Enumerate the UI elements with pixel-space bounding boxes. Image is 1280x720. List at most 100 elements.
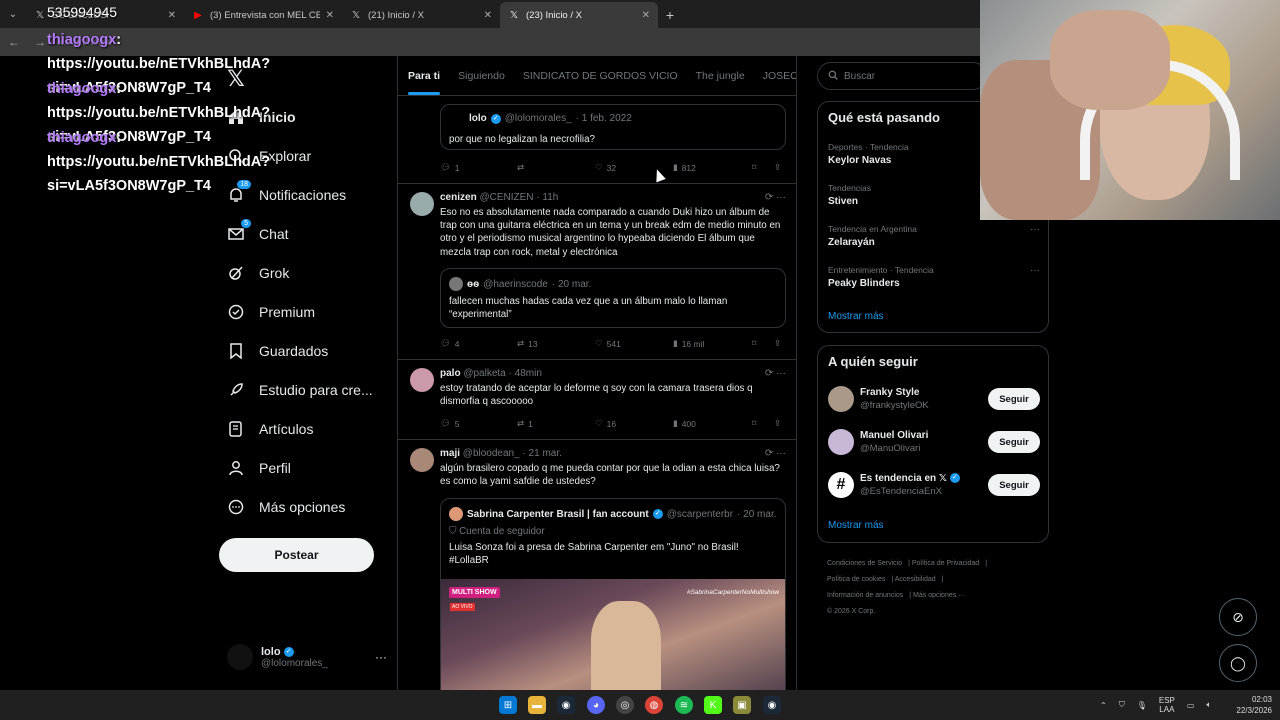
kick-icon[interactable]: K (704, 696, 722, 714)
browser-tab-2[interactable]: ▶ (3) Entrevista con MEL CELESTE ✕ (184, 2, 342, 28)
file-explorer-icon[interactable]: ▬ (528, 696, 546, 714)
avatar[interactable] (410, 448, 434, 472)
bookmark-button[interactable]: ⌑ (752, 418, 756, 429)
tab-sindicato[interactable]: SINDICATO DE GORDOS VICIO (523, 70, 678, 82)
chat-fab-button[interactable]: ◯ (1219, 644, 1257, 682)
post-media-image[interactable]: MULTI SHOW AO VIVO #SabrinaCarpenterNoMu… (441, 579, 785, 690)
tab-siguiendo[interactable]: Siguiendo (458, 70, 505, 82)
microphone-icon[interactable]: 🎙︎ (1137, 701, 1147, 710)
post[interactable]: cenizen @CENIZEN · 11h ⟳ ··· Eso no es a… (398, 184, 796, 360)
retweet-button[interactable]: ⇄ 13 (517, 338, 538, 349)
like-button[interactable]: ♡ 16 (595, 418, 616, 429)
quoted-post[interactable]: lolo ✓ @lolomorales_ · 1 feb. 2022 por que … (440, 104, 786, 150)
views-button[interactable]: ▮ 812 (673, 162, 696, 173)
windows-start-icon[interactable]: ⊞ (499, 696, 517, 714)
reply-button[interactable]: 💬︎ 5 (440, 418, 460, 429)
post[interactable]: palo @palketa · 48min ⟳ ··· estoy tratan… (398, 360, 796, 440)
language-indicator[interactable]: ESP LAA (1159, 696, 1175, 714)
reply-button[interactable]: 💬︎ 1 (440, 162, 460, 173)
follow-suggestion[interactable]: Manuel Olivari @ManuOlivari Seguir (828, 429, 1040, 457)
show-more-link[interactable]: Mostrar más (828, 520, 884, 531)
close-icon[interactable]: ✕ (484, 10, 492, 21)
tab-joseo[interactable]: JOSEO (763, 70, 796, 82)
share-button[interactable]: ⇪ (774, 418, 781, 429)
retweet-button[interactable]: ⇄ 1 (517, 418, 533, 429)
footer-link[interactable]: Más opciones ··· (913, 592, 965, 599)
nav-item-chat[interactable]: 5 Chat (227, 219, 289, 243)
spotify-icon[interactable]: ≋ (675, 696, 693, 714)
follow-button[interactable]: Seguir (988, 474, 1040, 496)
account-switcher[interactable]: lolo ✓ @lolomorales_ ··· (227, 642, 387, 672)
chrome-icon[interactable]: ◍ (645, 696, 663, 714)
follow-button[interactable]: Seguir (988, 431, 1040, 453)
bookmark-button[interactable]: ⌑ (752, 338, 756, 349)
grok-fab-button[interactable]: ⊘ (1219, 598, 1257, 636)
follow-suggestion[interactable]: Franky Style @frankystyleOK Seguir (828, 386, 1040, 414)
nav-item-perfil[interactable]: Perfil (227, 459, 291, 477)
close-icon[interactable]: ✕ (642, 10, 650, 21)
forward-icon[interactable]: → (32, 35, 48, 49)
follow-button[interactable]: Seguir (988, 388, 1040, 410)
like-button[interactable]: ♡ 541 (595, 338, 621, 349)
back-icon[interactable]: ← (6, 35, 22, 49)
new-tab-button[interactable]: + (658, 2, 682, 28)
like-button[interactable]: ♡ 32 (595, 162, 616, 173)
tab-the-jungle[interactable]: The jungle (696, 70, 745, 82)
tab-search-chevron-icon[interactable]: ⌄ (0, 0, 26, 28)
steam-icon[interactable]: ◉ (557, 696, 575, 714)
search-bar[interactable]: Buscar (817, 62, 987, 90)
post[interactable]: lolo ✓ @lolomorales_ · 1 feb. 2022 por que … (398, 96, 796, 184)
views-button[interactable]: ▮ 400 (673, 418, 696, 429)
footer-link[interactable]: Accesibilidad (895, 576, 936, 583)
footer-link[interactable]: Información de anuncios (827, 592, 903, 599)
author-name[interactable]: palo (440, 368, 461, 379)
discord-icon[interactable]: ◕ (587, 696, 605, 714)
retweet-button[interactable]: ⇄ (517, 162, 528, 173)
trend-item[interactable]: Entretenimiento · Tendencia Peaky Blinde… (828, 265, 1040, 289)
share-button[interactable]: ⇪ (774, 338, 781, 349)
avatar[interactable] (828, 386, 854, 412)
more-horizontal-icon[interactable]: ··· (1030, 265, 1040, 276)
obs-icon[interactable]: ◎ (616, 696, 634, 714)
nav-item-articulos[interactable]: Artículos (227, 420, 313, 438)
trend-item[interactable]: Tendencia en Argentina Zelarayán ··· (828, 224, 1040, 248)
volume-icon[interactable]: 🔈︎ (1206, 700, 1211, 710)
steam-icon[interactable]: ◉ (763, 696, 781, 714)
network-icon[interactable]: ▭ (1187, 701, 1195, 710)
nav-item-mas-opciones[interactable]: Más opciones (227, 498, 345, 516)
reply-button[interactable]: 💬︎ 4 (440, 338, 460, 349)
browser-tab-4[interactable]: 𝕏 (23) Inicio / X ✕ (500, 2, 658, 28)
more-horizontal-icon[interactable]: ⟳ ··· (765, 448, 786, 459)
search-input[interactable]: Buscar (844, 71, 875, 82)
more-horizontal-icon[interactable]: ⟳ ··· (765, 192, 786, 203)
more-horizontal-icon[interactable]: ··· (1030, 224, 1040, 235)
close-icon[interactable]: ✕ (168, 10, 176, 21)
author-name[interactable]: cenizen (440, 192, 477, 203)
follow-suggestion[interactable]: # Es tendencia en 𝕏 ✓ @EsTendenciaEnX Se… (828, 472, 1040, 500)
nav-item-premium[interactable]: Premium (227, 303, 315, 321)
nav-item-grok[interactable]: Grok (227, 264, 289, 282)
hashtag-icon[interactable]: # (828, 472, 854, 498)
nav-item-guardados[interactable]: Guardados (227, 342, 328, 360)
chevron-up-icon[interactable]: ⌃ (1100, 701, 1107, 710)
clock[interactable]: 02:03 22/3/2026 (1236, 694, 1272, 716)
browser-tab-3[interactable]: 𝕏 (21) Inicio / X ✕ (342, 2, 500, 28)
security-icon[interactable]: ⛉ (1119, 700, 1125, 710)
avatar[interactable] (410, 192, 434, 216)
footer-link[interactable]: Política de cookies (827, 576, 885, 583)
show-more-link[interactable]: Mostrar más (828, 311, 884, 322)
author-name[interactable]: maji (440, 448, 460, 459)
share-button[interactable]: ⇪ (774, 162, 781, 173)
close-icon[interactable]: ✕ (326, 10, 334, 21)
footer-link[interactable]: Política de Privacidad (912, 560, 979, 567)
footer-link[interactable]: Condiciones de Servicio (827, 560, 902, 567)
more-horizontal-icon[interactable]: ⟳ ··· (765, 368, 786, 379)
quoted-post[interactable]: Sabrina Carpenter Brasil | fan account ✓ @… (440, 498, 786, 690)
quoted-post[interactable]: ѳѳ @haerinscode · 20 mar. fallecen muchas … (440, 268, 786, 328)
post-button[interactable]: Postear (219, 538, 374, 572)
avatar[interactable] (410, 368, 434, 392)
bookmark-button[interactable]: ⌑ (752, 162, 756, 173)
app-icon[interactable]: ▣ (733, 696, 751, 714)
views-button[interactable]: ▮ 16 mil (673, 338, 704, 349)
nav-item-estudio[interactable]: Estudio para cre... (227, 381, 373, 399)
